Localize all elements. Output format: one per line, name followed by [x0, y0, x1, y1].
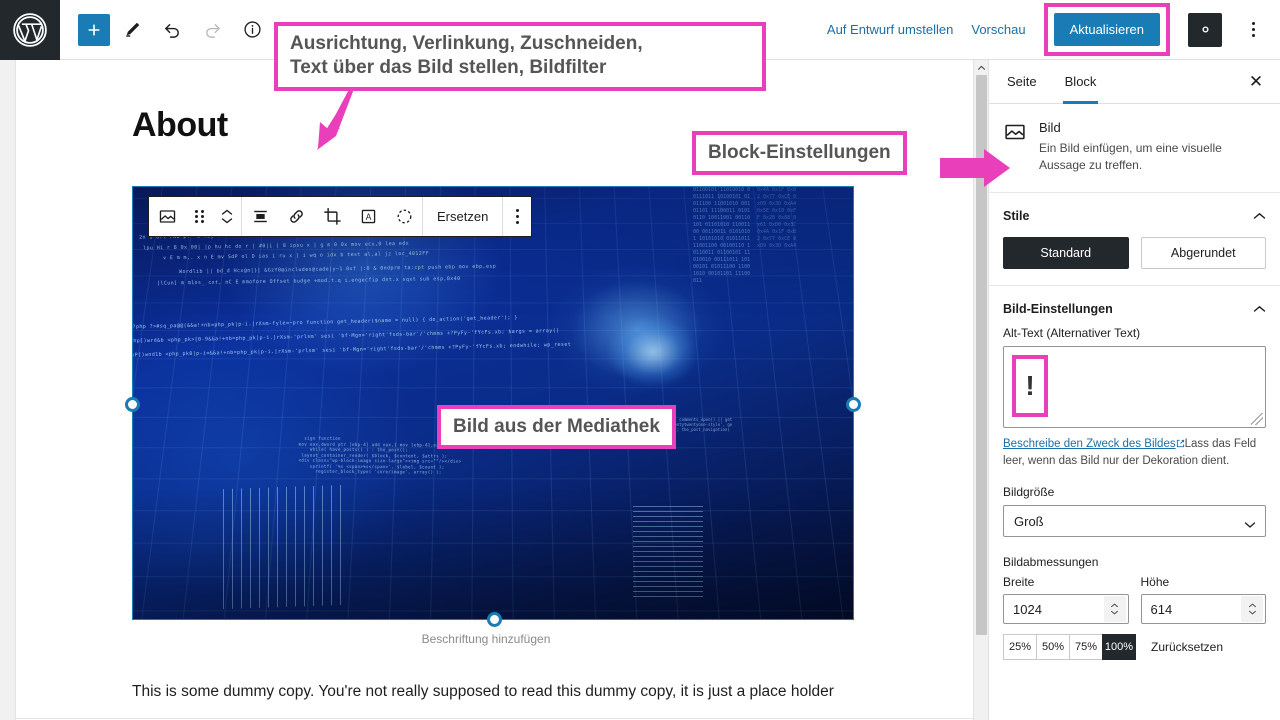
chevron-up-down-icon[interactable]	[213, 197, 241, 236]
height-input[interactable]: 614	[1140, 594, 1266, 625]
link-icon[interactable]	[278, 197, 314, 236]
paragraph-divider	[16, 718, 976, 719]
top-bar-tools	[60, 12, 310, 48]
svg-text:A: A	[365, 213, 371, 223]
alt-text-label: Alt-Text (Alternativer Text)	[1003, 326, 1141, 341]
annotation-sidebar-text: Block-Einstellungen	[708, 142, 891, 163]
height-field: Höhe 614	[1140, 575, 1266, 625]
styles-section-header[interactable]: Stile	[989, 193, 1280, 233]
textarea-resize-grip[interactable]	[1251, 413, 1263, 426]
block-toolbar-group-block	[149, 197, 241, 236]
width-stepper[interactable]	[1103, 596, 1126, 623]
block-info-panel: Bild Ein Bild einfügen, um eine visuelle…	[989, 104, 1280, 194]
resize-handle-right[interactable]	[846, 397, 861, 412]
block-info-text: Bild Ein Bild einfügen, um eine visuelle…	[1039, 120, 1266, 174]
styles-section-title: Stile	[1003, 209, 1030, 224]
update-button-highlight: Aktualisieren	[1043, 3, 1170, 56]
annotation-toolbar-text: Ausrichtung, Verlinkung, Zuschneiden, Te…	[290, 33, 643, 79]
image-icon[interactable]	[149, 197, 185, 236]
undo-button[interactable]	[154, 12, 190, 48]
scale-75-button[interactable]: 75%	[1069, 634, 1103, 661]
page-title[interactable]: About	[132, 106, 228, 145]
chevron-up-icon[interactable]	[1253, 207, 1266, 225]
kebab-menu-icon[interactable]	[1240, 13, 1266, 47]
paragraph-block[interactable]: This is some dummy copy. You're not real…	[132, 680, 952, 703]
redo-button[interactable]	[194, 12, 230, 48]
resize-handle-left[interactable]	[125, 397, 140, 412]
image-scale-row: 25% 50% 75% 100% Zurücksetzen	[989, 624, 1280, 661]
block-settings-sidebar: Seite Block ✕ Bild Ein Bild einfügen, um…	[988, 60, 1280, 720]
block-description: Ein Bild einfügen, um eine visuelle Auss…	[1039, 141, 1222, 173]
block-toolbar-group-format: A	[242, 197, 422, 236]
scale-100-button[interactable]: 100%	[1102, 634, 1136, 661]
crop-icon[interactable]	[314, 197, 350, 236]
align-icon[interactable]	[242, 197, 278, 236]
image-vignette	[133, 187, 853, 619]
image-icon	[1003, 120, 1027, 144]
style-options: Standard Abgerundet	[989, 233, 1280, 287]
sidebar-tabs: Seite Block ✕	[989, 60, 1280, 104]
width-field: Breite 1024	[1003, 575, 1129, 625]
alt-text-input[interactable]: !	[1003, 346, 1266, 429]
top-bar-actions: Auf Entwurf umstellen Vorschau Aktualisi…	[827, 3, 1280, 56]
height-stepper[interactable]	[1241, 596, 1263, 623]
style-rounded-button[interactable]: Abgerundet	[1140, 237, 1266, 270]
image-size-select-wrapper: Groß	[989, 505, 1280, 538]
left-gutter	[0, 60, 16, 720]
external-link-icon	[1176, 437, 1185, 448]
style-standard-button[interactable]: Standard	[1003, 237, 1129, 270]
reset-dimensions-button[interactable]: Zurücksetzen	[1151, 640, 1223, 654]
width-value: 1024	[1013, 601, 1042, 617]
annotation-sidebar-note: Block-Einstellungen	[692, 131, 907, 176]
chevron-up-icon[interactable]	[1253, 300, 1266, 318]
alt-text-help-link[interactable]: Beschreibe den Zweck des Bildes	[1003, 438, 1176, 450]
tab-block[interactable]: Block	[1051, 60, 1111, 104]
wordpress-block-editor: Auf Entwurf umstellen Vorschau Aktualisi…	[0, 0, 1280, 720]
annotation-toolbar-note: Ausrichtung, Verlinkung, Zuschneiden, Te…	[274, 22, 766, 91]
block-toolbar: A Ersetzen	[148, 196, 533, 237]
scrollbar-thumb[interactable]	[976, 75, 987, 635]
canvas-scrollbar[interactable]	[973, 60, 988, 720]
alt-text-highlight: !	[1012, 355, 1048, 418]
kebab-menu-icon[interactable]	[503, 197, 531, 236]
details-button[interactable]	[234, 12, 270, 48]
image-content: 2n 1 dft rdb pf =& m&j 0x9f 00 mov eax,[…	[133, 187, 853, 619]
edit-tool-button[interactable]	[114, 12, 150, 48]
image-block[interactable]: 2n 1 dft rdb pf =& m&j 0x9f 00 mov eax,[…	[125, 186, 861, 627]
wordpress-logo-icon[interactable]	[0, 0, 60, 60]
image-settings-title: Bild-Einstellungen	[1003, 302, 1113, 317]
resize-handle-bottom[interactable]	[487, 612, 502, 627]
width-input[interactable]: 1024	[1003, 594, 1129, 625]
block-name: Bild	[1039, 120, 1061, 135]
image-dimensions-label: Bildabmessungen	[1003, 555, 1099, 570]
switch-to-draft-button[interactable]: Auf Entwurf umstellen	[827, 22, 953, 37]
caption-placeholder[interactable]: Beschriftung hinzufügen	[16, 632, 956, 646]
annotation-image-note: Bild aus der Mediathek	[437, 405, 676, 450]
image-size-label: Bildgröße	[1003, 485, 1055, 500]
preview-button[interactable]: Vorschau	[971, 22, 1025, 37]
text-over-image-icon[interactable]: A	[350, 197, 386, 236]
gear-icon[interactable]	[1188, 12, 1222, 47]
image-size-select[interactable]: Groß	[1003, 505, 1266, 538]
scale-25-button[interactable]: 25%	[1003, 634, 1037, 661]
duotone-filter-icon[interactable]	[386, 197, 422, 236]
image-size-select-holder: Groß	[1003, 505, 1266, 538]
add-block-button[interactable]	[78, 13, 110, 46]
tab-seite[interactable]: Seite	[993, 60, 1051, 104]
height-value: 614	[1150, 601, 1173, 617]
scroll-up-arrow-icon[interactable]	[974, 60, 988, 75]
alt-text-help: Beschreibe den Zweck des Bildes Lass das …	[989, 428, 1280, 469]
height-label: Höhe	[1140, 575, 1170, 590]
width-label: Breite	[1003, 575, 1035, 590]
replace-button[interactable]: Ersetzen	[423, 197, 502, 236]
image-settings-section-header[interactable]: Bild-Einstellungen	[989, 286, 1280, 326]
drag-dots-icon[interactable]	[185, 197, 213, 236]
scale-50-button[interactable]: 50%	[1036, 634, 1070, 661]
update-button[interactable]: Aktualisieren	[1053, 13, 1160, 46]
close-icon[interactable]: ✕	[1236, 62, 1276, 102]
annotation-image-text: Bild aus der Mediathek	[453, 416, 660, 437]
image-dimensions-row: Breite 1024 Höhe 614	[989, 575, 1280, 625]
alt-text-field-wrapper: !	[989, 346, 1280, 429]
